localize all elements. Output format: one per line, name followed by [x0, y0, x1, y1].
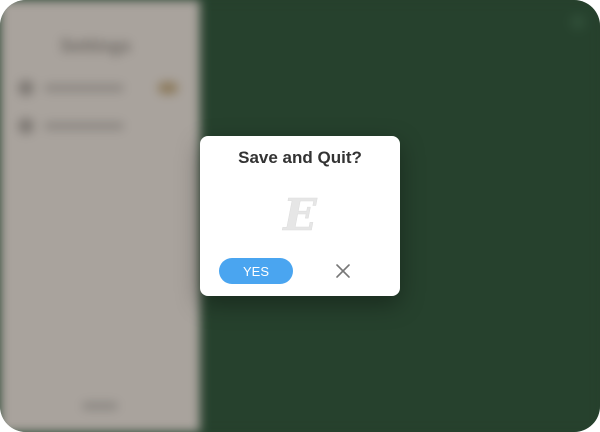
dialog-title: Save and Quit? — [238, 148, 362, 167]
game-logo-icon: E — [276, 188, 324, 240]
sidebar-item-label — [44, 122, 124, 130]
save-quit-dialog: Save and Quit? E YES — [200, 136, 400, 296]
menu-icon — [570, 14, 586, 30]
sidebar-item-label — [44, 84, 124, 92]
app-screen: Settings Save and Quit? E YES — [0, 0, 600, 432]
sound-icon — [18, 80, 34, 96]
language-icon — [18, 118, 34, 134]
logo-letter-icon: E — [281, 190, 319, 238]
settings-sidebar: Settings — [0, 0, 200, 432]
sidebar-item-language — [18, 116, 178, 136]
toggle-switch — [158, 82, 178, 94]
logo-letter: E — [281, 190, 318, 238]
sidebar-title: Settings — [60, 36, 132, 56]
sidebar-item-sound — [18, 78, 178, 98]
close-button[interactable] — [333, 261, 353, 281]
yes-button[interactable]: YES — [219, 258, 293, 284]
close-icon — [336, 264, 350, 278]
sidebar-footer — [82, 402, 118, 410]
